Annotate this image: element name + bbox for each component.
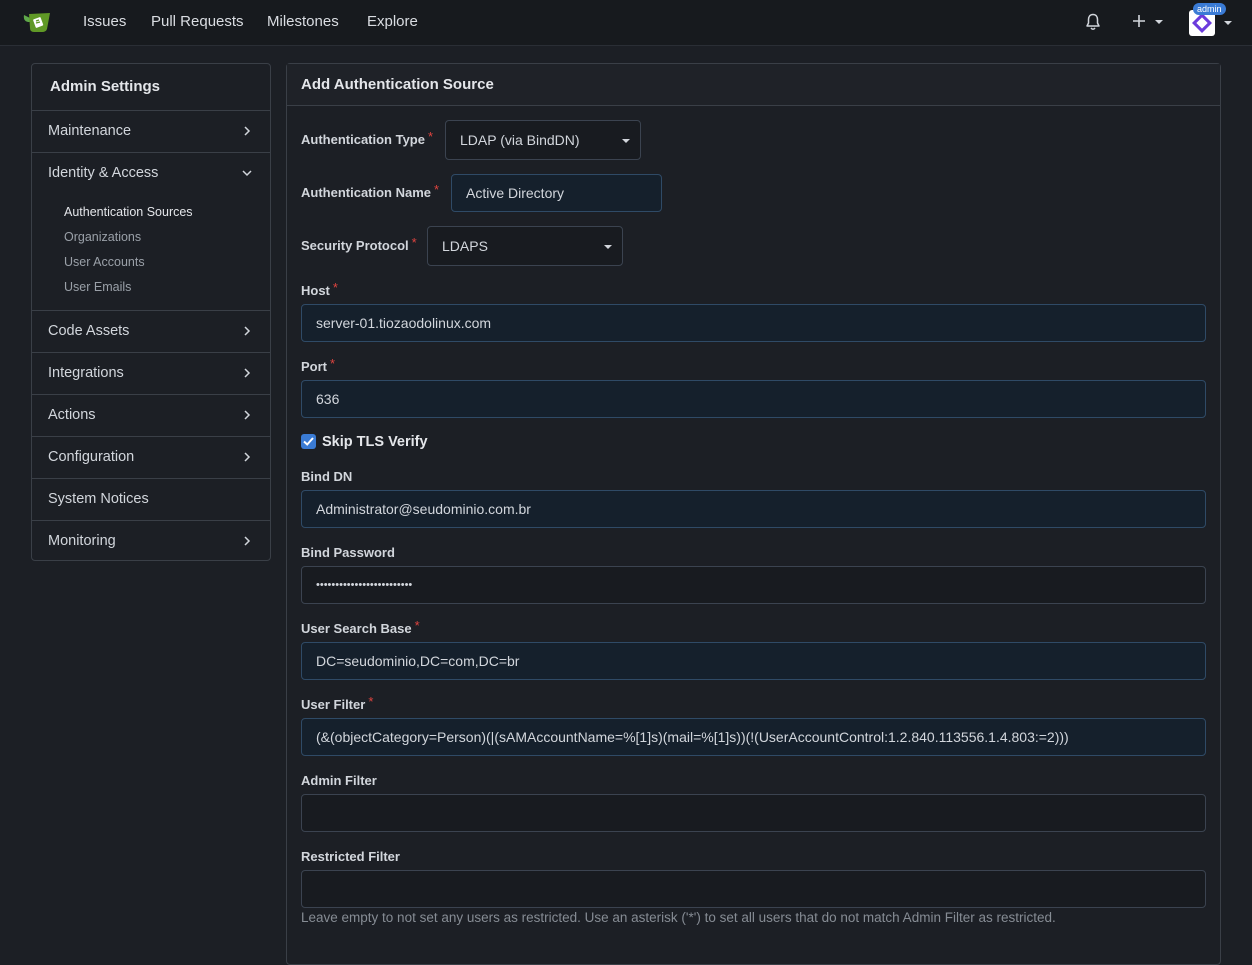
sidebar-item-maintenance[interactable]: Maintenance bbox=[32, 111, 270, 153]
admin-filter-label: Admin Filter bbox=[301, 773, 377, 788]
sidebar-item-monitoring[interactable]: Monitoring bbox=[32, 521, 270, 562]
sidebar-item-label: Maintenance bbox=[48, 123, 132, 139]
chevron-right-icon bbox=[244, 326, 251, 336]
nav-pull-requests[interactable]: Pull Requests bbox=[151, 13, 244, 30]
admin-sidebar: Admin Settings Maintenance Identity & Ac… bbox=[31, 63, 271, 561]
sidebar-item-label: Identity & Access bbox=[48, 165, 159, 181]
security-protocol-label: Security Protocol * bbox=[301, 235, 417, 253]
chevron-down-icon bbox=[604, 245, 612, 249]
security-protocol-select[interactable]: LDAPS bbox=[427, 226, 623, 266]
sidebar-item-system-notices[interactable]: System Notices bbox=[32, 479, 270, 521]
chevron-down-icon bbox=[1155, 20, 1163, 24]
sidebar-subitem-user-accounts[interactable]: User Accounts bbox=[32, 250, 270, 275]
skip-tls-checkbox[interactable] bbox=[301, 434, 316, 449]
user-search-base-label: User Search Base * bbox=[301, 618, 420, 636]
auth-type-select[interactable]: LDAP (via BindDN) bbox=[445, 120, 641, 160]
admin-badge: admin bbox=[1193, 3, 1226, 15]
sidebar-item-identity-access[interactable]: Identity & Access bbox=[32, 153, 270, 194]
sidebar-item-label: System Notices bbox=[48, 491, 149, 507]
host-label: Host * bbox=[301, 280, 338, 298]
sidebar-subitem-authentication-sources[interactable]: Authentication Sources bbox=[32, 200, 270, 225]
chevron-right-icon bbox=[244, 126, 251, 136]
bind-password-field[interactable]: ••••••••••••••••••••••••• bbox=[301, 566, 1206, 604]
bind-dn-label: Bind DN bbox=[301, 469, 353, 484]
chevron-right-icon bbox=[244, 410, 251, 420]
sidebar-subitem-organizations[interactable]: Organizations bbox=[32, 225, 270, 250]
restricted-filter-hint: Leave empty to not set any users as rest… bbox=[301, 910, 1056, 925]
identity-access-submenu: Authentication Sources Organizations Use… bbox=[32, 194, 270, 311]
admin-filter-field[interactable] bbox=[301, 794, 1206, 832]
bell-icon[interactable] bbox=[1085, 13, 1101, 31]
nav-explore[interactable]: Explore bbox=[367, 13, 418, 30]
gitea-logo-icon[interactable] bbox=[22, 10, 52, 34]
user-filter-label: User Filter * bbox=[301, 694, 374, 712]
sidebar-item-actions[interactable]: Actions bbox=[32, 395, 270, 437]
restricted-filter-field[interactable] bbox=[301, 870, 1206, 908]
port-label: Port * bbox=[301, 356, 336, 374]
chevron-right-icon bbox=[244, 368, 251, 378]
chevron-down-icon bbox=[622, 139, 630, 143]
top-navbar: Issues Pull Requests Milestones Explore … bbox=[0, 0, 1252, 46]
bind-dn-field[interactable]: Administrator@seudominio.com.br bbox=[301, 490, 1206, 528]
user-filter-field[interactable]: (&(objectCategory=Person)(|(sAMAccountNa… bbox=[301, 718, 1206, 756]
sidebar-item-label: Actions bbox=[48, 407, 96, 423]
auth-type-value: LDAP (via BindDN) bbox=[460, 132, 580, 148]
restricted-filter-label: Restricted Filter bbox=[301, 849, 400, 864]
checkmark-icon bbox=[303, 437, 314, 446]
bind-password-label: Bind Password bbox=[301, 545, 395, 560]
sidebar-item-label: Monitoring bbox=[48, 533, 116, 549]
chevron-right-icon bbox=[244, 452, 251, 462]
sidebar-item-integrations[interactable]: Integrations bbox=[32, 353, 270, 395]
host-field[interactable]: server-01.tiozaodolinux.com bbox=[301, 304, 1206, 342]
sidebar-item-configuration[interactable]: Configuration bbox=[32, 437, 270, 479]
auth-name-field[interactable]: Active Directory bbox=[451, 174, 662, 212]
plus-icon bbox=[1133, 15, 1145, 27]
skip-tls-label[interactable]: Skip TLS Verify bbox=[322, 434, 428, 450]
page-title: Add Authentication Source bbox=[287, 64, 1220, 106]
chevron-down-icon[interactable] bbox=[1224, 21, 1232, 25]
security-protocol-value: LDAPS bbox=[442, 238, 488, 254]
auth-type-label: Authentication Type * bbox=[301, 129, 434, 147]
port-field[interactable]: 636 bbox=[301, 380, 1206, 418]
nav-issues[interactable]: Issues bbox=[83, 13, 126, 30]
create-menu-button[interactable] bbox=[1132, 14, 1166, 30]
sidebar-item-label: Integrations bbox=[48, 365, 124, 381]
nav-milestones[interactable]: Milestones bbox=[267, 13, 339, 30]
sidebar-item-label: Configuration bbox=[48, 449, 135, 465]
sidebar-item-label: Code Assets bbox=[48, 323, 130, 339]
chevron-right-icon bbox=[244, 536, 251, 546]
sidebar-title: Admin Settings bbox=[32, 64, 270, 111]
user-search-base-field[interactable]: DC=seudominio,DC=com,DC=br bbox=[301, 642, 1206, 680]
sidebar-subitem-user-emails[interactable]: User Emails bbox=[32, 275, 270, 300]
chevron-down-icon bbox=[242, 170, 252, 177]
auth-name-label: Authentication Name * bbox=[301, 182, 440, 200]
sidebar-item-code-assets[interactable]: Code Assets bbox=[32, 311, 270, 353]
